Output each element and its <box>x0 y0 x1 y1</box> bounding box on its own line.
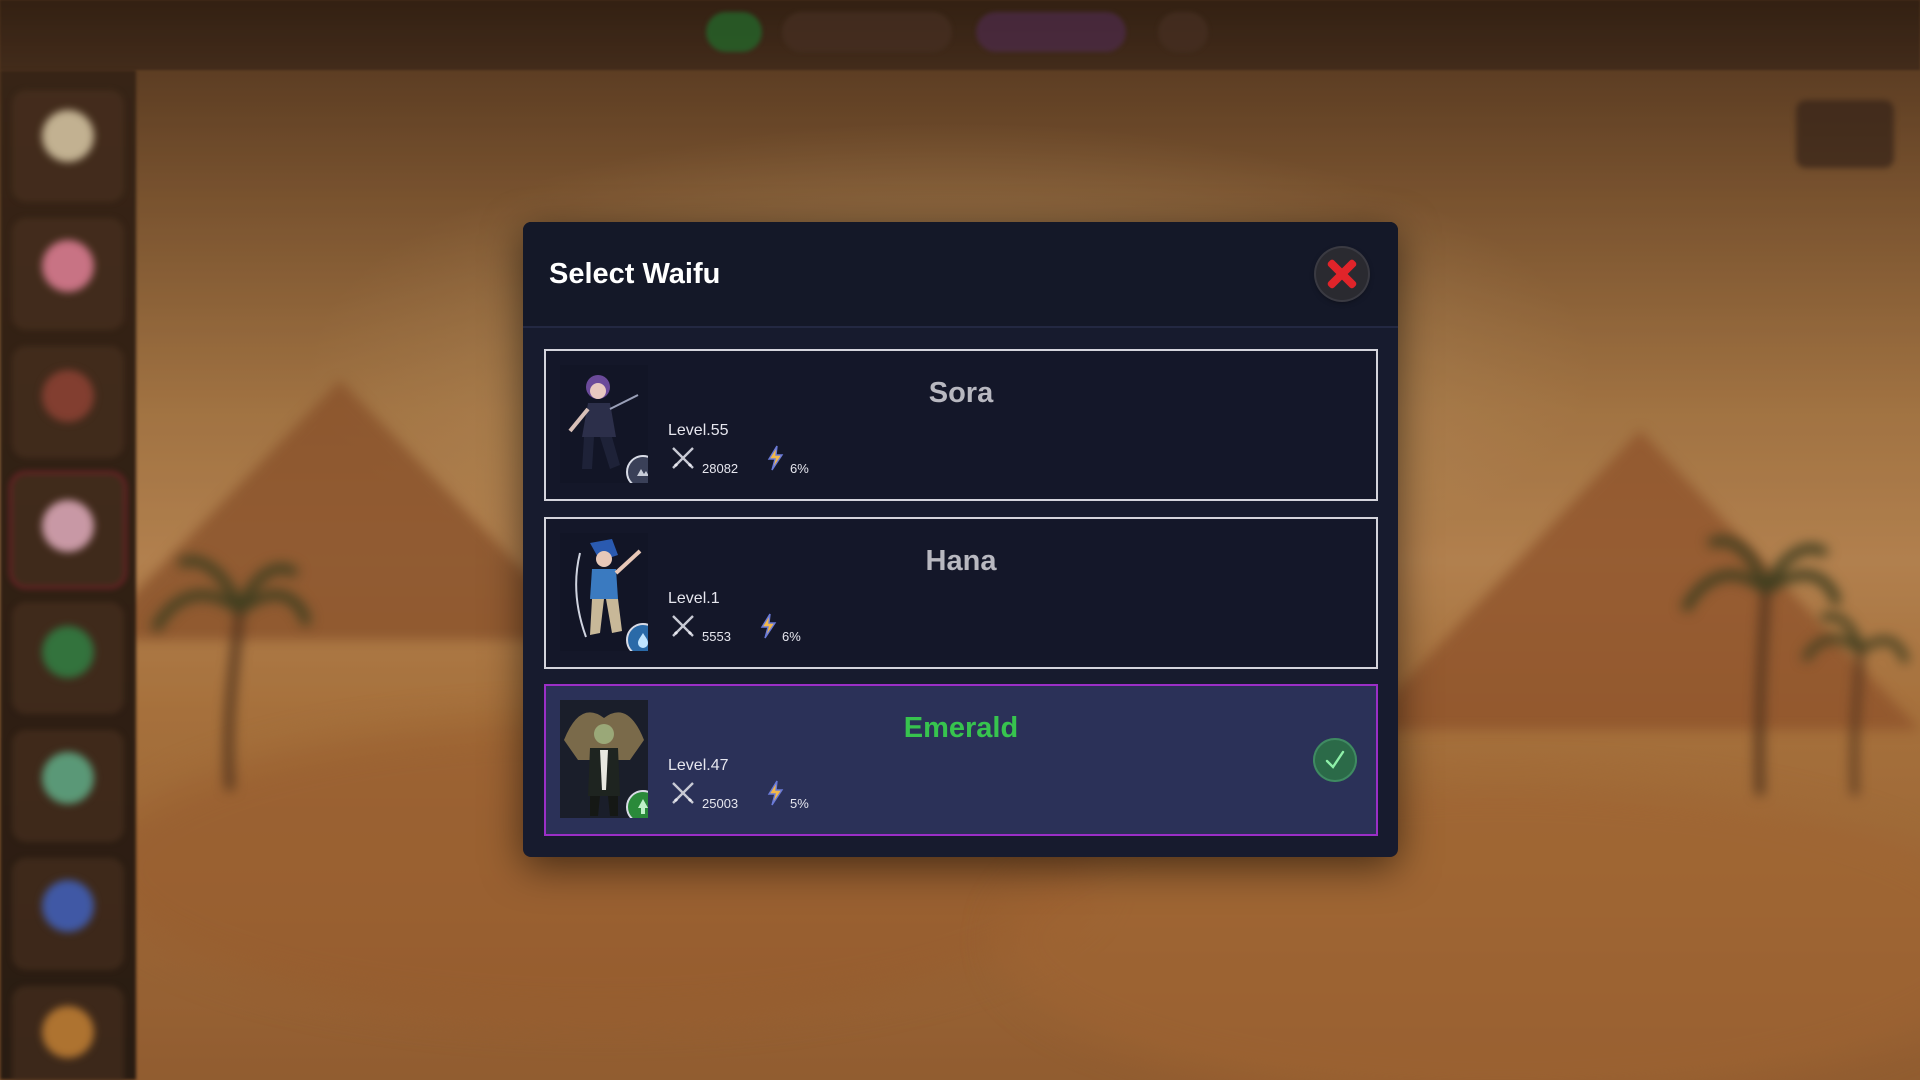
crit-rate-value: 6% <box>790 461 809 476</box>
crossed-swords-icon <box>672 782 694 804</box>
attack-power-value: 25003 <box>702 796 739 811</box>
modal-header: Select Waifu <box>523 222 1398 328</box>
waifu-card-emerald[interactable]: Emerald Level.47 25003 5% <box>544 684 1378 836</box>
waifu-name: Sora <box>928 377 994 409</box>
crit-bolt-icon <box>767 445 784 471</box>
waifu-card-hana[interactable]: Hana Level.1 5553 6% <box>544 517 1378 669</box>
close-button[interactable] <box>1316 248 1368 300</box>
waifu-level: Level.55 <box>668 422 729 439</box>
select-waifu-modal: Select Waifu Sora Level.55 28082 6% Hana… <box>523 222 1398 857</box>
waifu-card-sora[interactable]: Sora Level.55 28082 6% <box>544 349 1378 501</box>
modal-title: Select Waifu <box>549 258 721 290</box>
attack-power-value: 28082 <box>702 461 739 476</box>
waifu-name: Emerald <box>903 712 1019 744</box>
waifu-level: Level.1 <box>668 590 720 607</box>
crit-rate-value: 6% <box>782 629 801 644</box>
close-x-icon <box>1326 258 1358 290</box>
waifu-name: Hana <box>925 545 997 577</box>
attack-power-value: 5553 <box>702 629 731 644</box>
waifu-level: Level.47 <box>668 757 729 774</box>
selected-check-icon <box>1313 738 1357 782</box>
crit-rate-value: 5% <box>790 796 809 811</box>
crit-bolt-icon <box>760 613 777 639</box>
crossed-swords-icon <box>672 615 694 637</box>
crit-bolt-icon <box>767 780 784 806</box>
crossed-swords-icon <box>672 447 694 469</box>
